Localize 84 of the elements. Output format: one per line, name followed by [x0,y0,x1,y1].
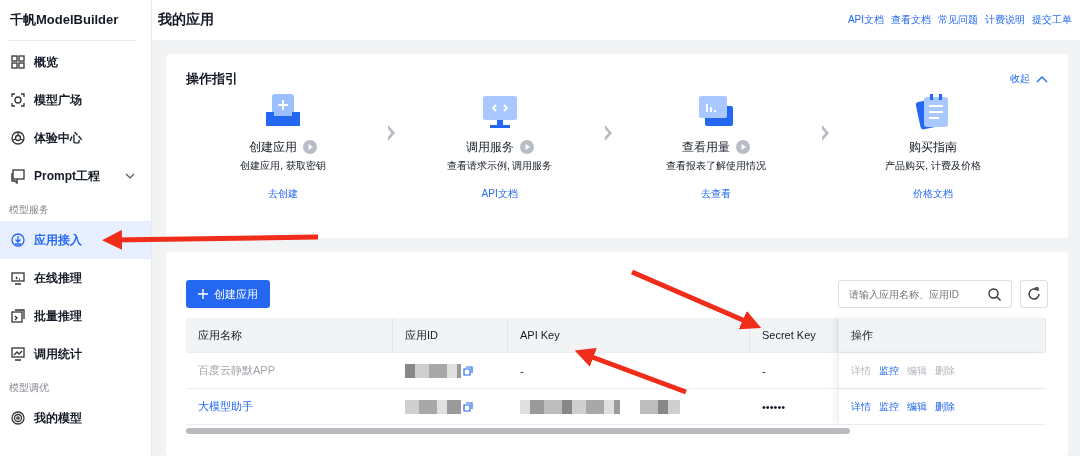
header-link[interactable]: 计费说明 [985,13,1025,27]
search-field[interactable]: 请输入应用名称、应用ID [838,280,1012,308]
action-link[interactable]: 监控 [879,363,899,378]
step-description: 创建应用, 获取密钥 [240,159,326,173]
sidebar-item-label: 应用接入 [34,231,83,249]
download-icon [10,232,26,248]
sidebar-item[interactable]: 调用统计 [0,335,151,373]
sidebar-item-label: 批量推理 [34,307,83,325]
column-header: 应用ID [393,318,508,352]
copy-icon[interactable] [463,401,473,412]
section-label: 模型服务 [8,203,50,217]
refresh-button[interactable] [1020,280,1048,308]
header-link[interactable]: 查看文档 [891,13,931,27]
step-link[interactable]: API文档 [481,187,518,201]
chevron-up-icon [1036,75,1048,83]
search-icon [988,287,1001,301]
action-link[interactable]: 删除 [935,399,955,414]
header-link[interactable]: 常见问题 [938,13,978,27]
scan-icon [10,92,26,108]
redacted-text [405,363,461,378]
step-link[interactable]: 去查看 [701,187,732,201]
play-icon[interactable] [519,140,534,154]
sidebar-item[interactable]: 应用接入 [0,221,151,259]
scrollbar-thumb[interactable] [186,428,850,434]
chevron-right-icon [603,124,613,142]
copy-icon[interactable] [463,365,473,376]
target-icon [10,410,26,426]
step-title: 调用服务 [465,138,514,156]
step-title: 查看用量 [682,138,731,156]
section-label: 模型调优 [8,381,50,395]
chart-icon [10,346,26,362]
action-link[interactable]: 监控 [879,399,899,414]
card-title: 操作指引 [186,70,238,88]
sidebar-item-label: 概览 [34,53,59,71]
chevron-right-icon [819,124,830,142]
brand-title: 千帆ModelBuilder [9,11,120,29]
chat-icon [10,168,26,184]
sidebar-item[interactable]: 体验中心 [0,119,151,157]
sidebar-item[interactable]: Prompt工程 [0,157,151,195]
sidebar-item[interactable]: 在线推理 [0,259,151,297]
refresh-icon [1027,287,1041,301]
step-title: 创建应用 [249,138,297,156]
play-icon[interactable] [303,140,317,154]
table-cell: - [520,364,524,377]
action-link[interactable]: 详情 [851,399,871,414]
chevron-right-icon [386,124,397,142]
sidebar-item[interactable]: 模型广场 [0,81,151,119]
step-description: 查看请求示例, 调用服务 [446,159,553,173]
column-header: Secret Key [750,318,838,352]
play-icon[interactable] [736,140,751,154]
header-link[interactable]: 提交工单 [1032,13,1072,27]
step-title: 购买指南 [908,138,957,156]
column-header: 应用名称 [186,318,393,352]
sidebar-item-label: 我的模型 [34,409,83,427]
stack-icon [10,308,26,324]
redacted-text [405,399,461,414]
sidebar-item-label: 模型广场 [34,91,83,109]
action-link[interactable]: 编辑 [907,399,927,414]
column-header: 操作 [838,318,1046,352]
sidebar-item[interactable]: 概览 [0,43,151,81]
step-description: 产品购买, 计费及价格 [885,159,981,173]
step-link[interactable]: 去创建 [268,187,298,201]
step-link[interactable]: 价格文档 [912,187,953,201]
app-name-link[interactable]: 大模型助手 [186,389,393,424]
header-link[interactable]: API文档 [847,13,884,27]
app-name: 百度云静默APP [197,363,276,378]
collapse-link[interactable]: 收起 [1010,72,1048,86]
plus-icon [198,289,208,299]
monitor-icon [10,270,26,286]
create-button[interactable]: 创建应用 [186,280,270,308]
sidebar-item-label: 在线推理 [34,269,83,287]
sidebar-item-label: 体验中心 [34,129,83,147]
redacted-text [640,399,680,414]
step-description: 查看报表了解使用情况 [666,159,767,173]
sidebar-item[interactable]: 我的模型 [0,399,151,437]
sidebar-item[interactable]: 批量推理 [0,297,151,335]
grid-icon [10,54,26,70]
table-cell: •••••• [762,400,786,413]
page-title: 我的应用 [158,11,214,29]
sidebar-item-label: 调用统计 [34,345,83,363]
sidebar-item-label: Prompt工程 [34,167,101,185]
column-header: API Key [508,318,750,352]
aperture-icon [10,130,26,146]
table-cell: - [762,364,766,377]
